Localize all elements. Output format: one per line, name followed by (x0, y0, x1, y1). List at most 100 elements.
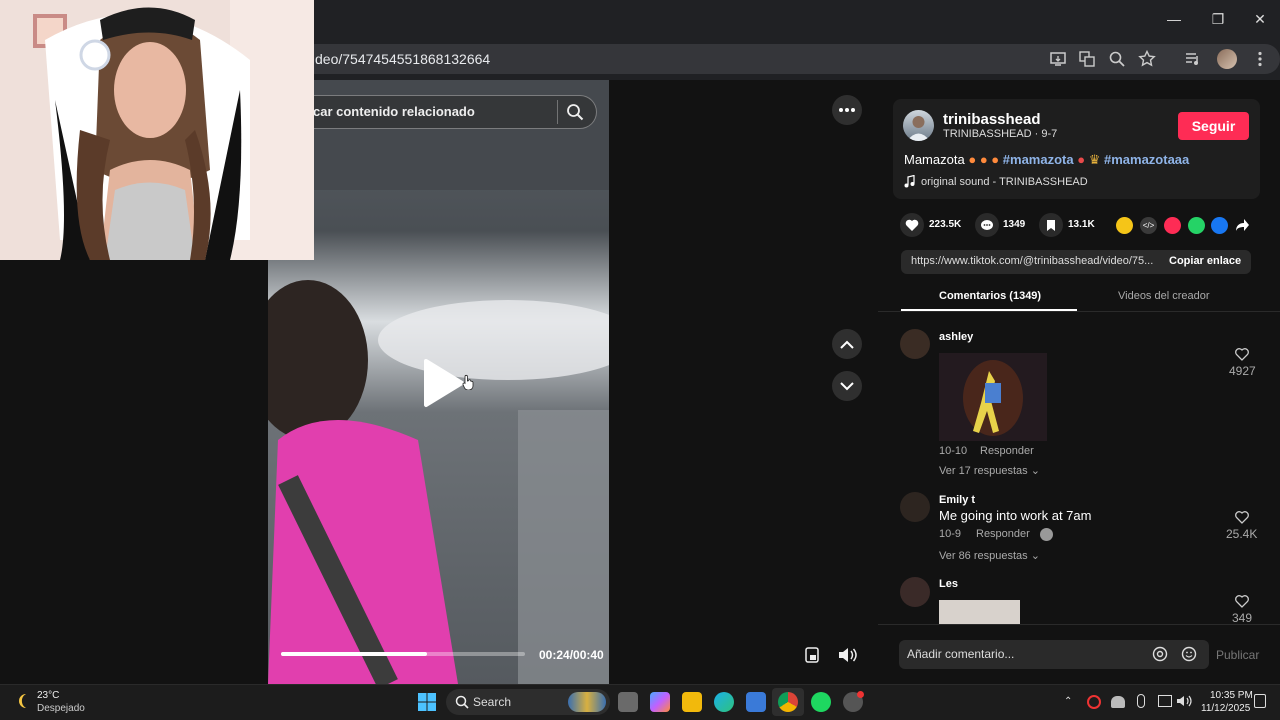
comment-like-count: 25.4K (1226, 527, 1258, 541)
comment-avatar[interactable] (900, 329, 930, 359)
volume-icon[interactable] (837, 646, 857, 664)
fire-emoji-icon: ● (968, 152, 977, 167)
weather-desc[interactable]: Despejado (37, 703, 85, 714)
tab-creator-videos[interactable]: Videos del creador (1118, 290, 1210, 302)
comment-username[interactable]: Emily t (939, 494, 975, 506)
pip-icon[interactable] (804, 646, 820, 664)
comment-count: 1349 (1003, 219, 1026, 230)
comment-like-icon[interactable] (1235, 348, 1249, 361)
emoji-icon[interactable] (1181, 646, 1197, 662)
facebook-icon[interactable] (1211, 217, 1228, 234)
comment-avatar[interactable] (900, 492, 930, 522)
like-count: 223.5K (929, 219, 962, 230)
view-replies-link[interactable]: Ver 86 respuestas ⌄ (939, 549, 1040, 562)
whatsapp-icon[interactable] (1188, 217, 1205, 234)
video-progress-track[interactable] (281, 652, 525, 656)
hashtag-link[interactable]: #mamazota (1003, 152, 1074, 167)
speaker-icon[interactable] (1176, 693, 1192, 709)
video-time: 00:24/00:40 (539, 648, 604, 662)
comment-text: Me going into work at 7am (939, 508, 1092, 523)
spotify-icon[interactable] (811, 692, 831, 712)
caption-text: Mamazota (904, 152, 965, 167)
minimize-icon[interactable]: — (1152, 0, 1196, 38)
bookmark-icon[interactable] (1039, 213, 1063, 237)
comment-input-placeholder[interactable]: Añadir comentario... (907, 647, 1014, 661)
reply-button[interactable]: Responder (980, 445, 1034, 457)
comment-date: 10-9 (939, 528, 962, 540)
play-icon[interactable] (420, 358, 466, 408)
clock-time[interactable]: 10:35 PM (1210, 690, 1253, 701)
store-icon[interactable] (746, 692, 766, 712)
more-options-icon[interactable] (832, 95, 862, 125)
microphone-icon[interactable] (1137, 694, 1145, 708)
reply-button[interactable]: Responder (976, 528, 1030, 540)
video-link-text[interactable]: https://www.tiktok.com/@trinibasshead/vi… (911, 255, 1153, 267)
close-icon[interactable]: ✕ (1238, 0, 1280, 38)
next-video-icon[interactable] (832, 371, 862, 401)
like-icon[interactable] (900, 213, 924, 237)
chevron-up-icon[interactable]: ⌃ (1064, 696, 1072, 707)
url-text[interactable]: deo/7547454551868132664 (315, 51, 490, 67)
creator-avatar[interactable] (903, 110, 934, 141)
comment-icon[interactable] (975, 213, 999, 237)
mouse-cursor-icon (462, 374, 474, 390)
bookmark-star-icon[interactable] (1135, 47, 1159, 71)
related-search-text[interactable]: car contenido relacionado (313, 104, 475, 119)
comment-like-icon[interactable] (1235, 511, 1249, 524)
profile-avatar-icon[interactable] (1215, 47, 1239, 71)
browser-menu-icon[interactable] (1248, 47, 1272, 71)
creator-username[interactable]: trinibasshead (943, 111, 1041, 128)
hashtag-link[interactable]: #mamazotaaa (1104, 152, 1189, 167)
search-icon[interactable] (566, 103, 584, 121)
media-control-icon[interactable] (1181, 47, 1205, 71)
creator-handle-date: TRINIBASSHEAD · 9-7 (943, 128, 1058, 140)
tab-comments[interactable]: Comentarios (1349) (939, 290, 1041, 302)
send-to-friend-icon[interactable] (1164, 217, 1181, 234)
comment-like-count: 4927 (1229, 364, 1256, 378)
comment-username[interactable]: ashley (939, 331, 973, 343)
network-icon[interactable] (1158, 695, 1172, 707)
notification-dot (857, 691, 864, 698)
task-view-icon[interactable] (618, 692, 638, 712)
music-note-icon (904, 175, 915, 188)
notification-bell-icon[interactable] (1254, 694, 1266, 708)
share-arrow-icon[interactable] (1235, 218, 1250, 232)
repost-icon[interactable] (1116, 217, 1133, 234)
weather-temp[interactable]: 23°C (37, 690, 59, 701)
comment-image[interactable] (939, 600, 1020, 624)
sound-link[interactable]: original sound - TRINIBASSHEAD (921, 176, 1088, 188)
star-eyes-emoji-icon: ● (1077, 152, 1086, 167)
save-count: 13.1K (1068, 219, 1095, 230)
mention-icon[interactable] (1152, 646, 1168, 662)
comment-username[interactable]: Les (939, 578, 958, 590)
install-app-icon[interactable] (1046, 47, 1070, 71)
search-highlight-icon[interactable] (568, 692, 606, 712)
file-explorer-icon[interactable] (682, 692, 702, 712)
tray-cloud-icon[interactable] (1111, 696, 1125, 708)
crown-emoji-icon: ♛ (1088, 152, 1101, 167)
maximize-icon[interactable]: ❐ (1196, 0, 1240, 38)
weather-moon-icon[interactable] (14, 692, 32, 710)
comment-like-icon[interactable] (1235, 595, 1249, 608)
tray-app-icon[interactable] (1087, 695, 1101, 709)
caption: Mamazota ● ● ● #mamazota ● ♛ #mamazotaaa (904, 152, 1189, 168)
chrome-icon[interactable] (778, 692, 798, 712)
embed-icon[interactable]: </> (1140, 217, 1157, 234)
comment-avatar[interactable] (900, 577, 930, 607)
copilot-icon[interactable] (650, 692, 670, 712)
video-progress-fill (281, 652, 428, 656)
copy-link-button[interactable]: Copiar enlace (1169, 255, 1241, 267)
fire-emoji-icon: ● (979, 152, 988, 167)
publish-button[interactable]: Publicar (1216, 648, 1259, 662)
clock-date[interactable]: 11/12/2025 (1201, 703, 1250, 714)
edge-icon[interactable] (714, 692, 734, 712)
windows-start-icon[interactable] (418, 693, 436, 711)
follow-button[interactable]: Seguir (1178, 112, 1249, 140)
translate-icon[interactable] (1075, 47, 1099, 71)
creator-liked-avatar (1040, 528, 1053, 541)
taskbar-search-label[interactable]: Search (473, 695, 511, 709)
view-replies-link[interactable]: Ver 17 respuestas ⌄ (939, 464, 1040, 477)
previous-video-icon[interactable] (832, 329, 862, 359)
comment-image[interactable] (939, 353, 1047, 441)
zoom-icon[interactable] (1105, 47, 1129, 71)
